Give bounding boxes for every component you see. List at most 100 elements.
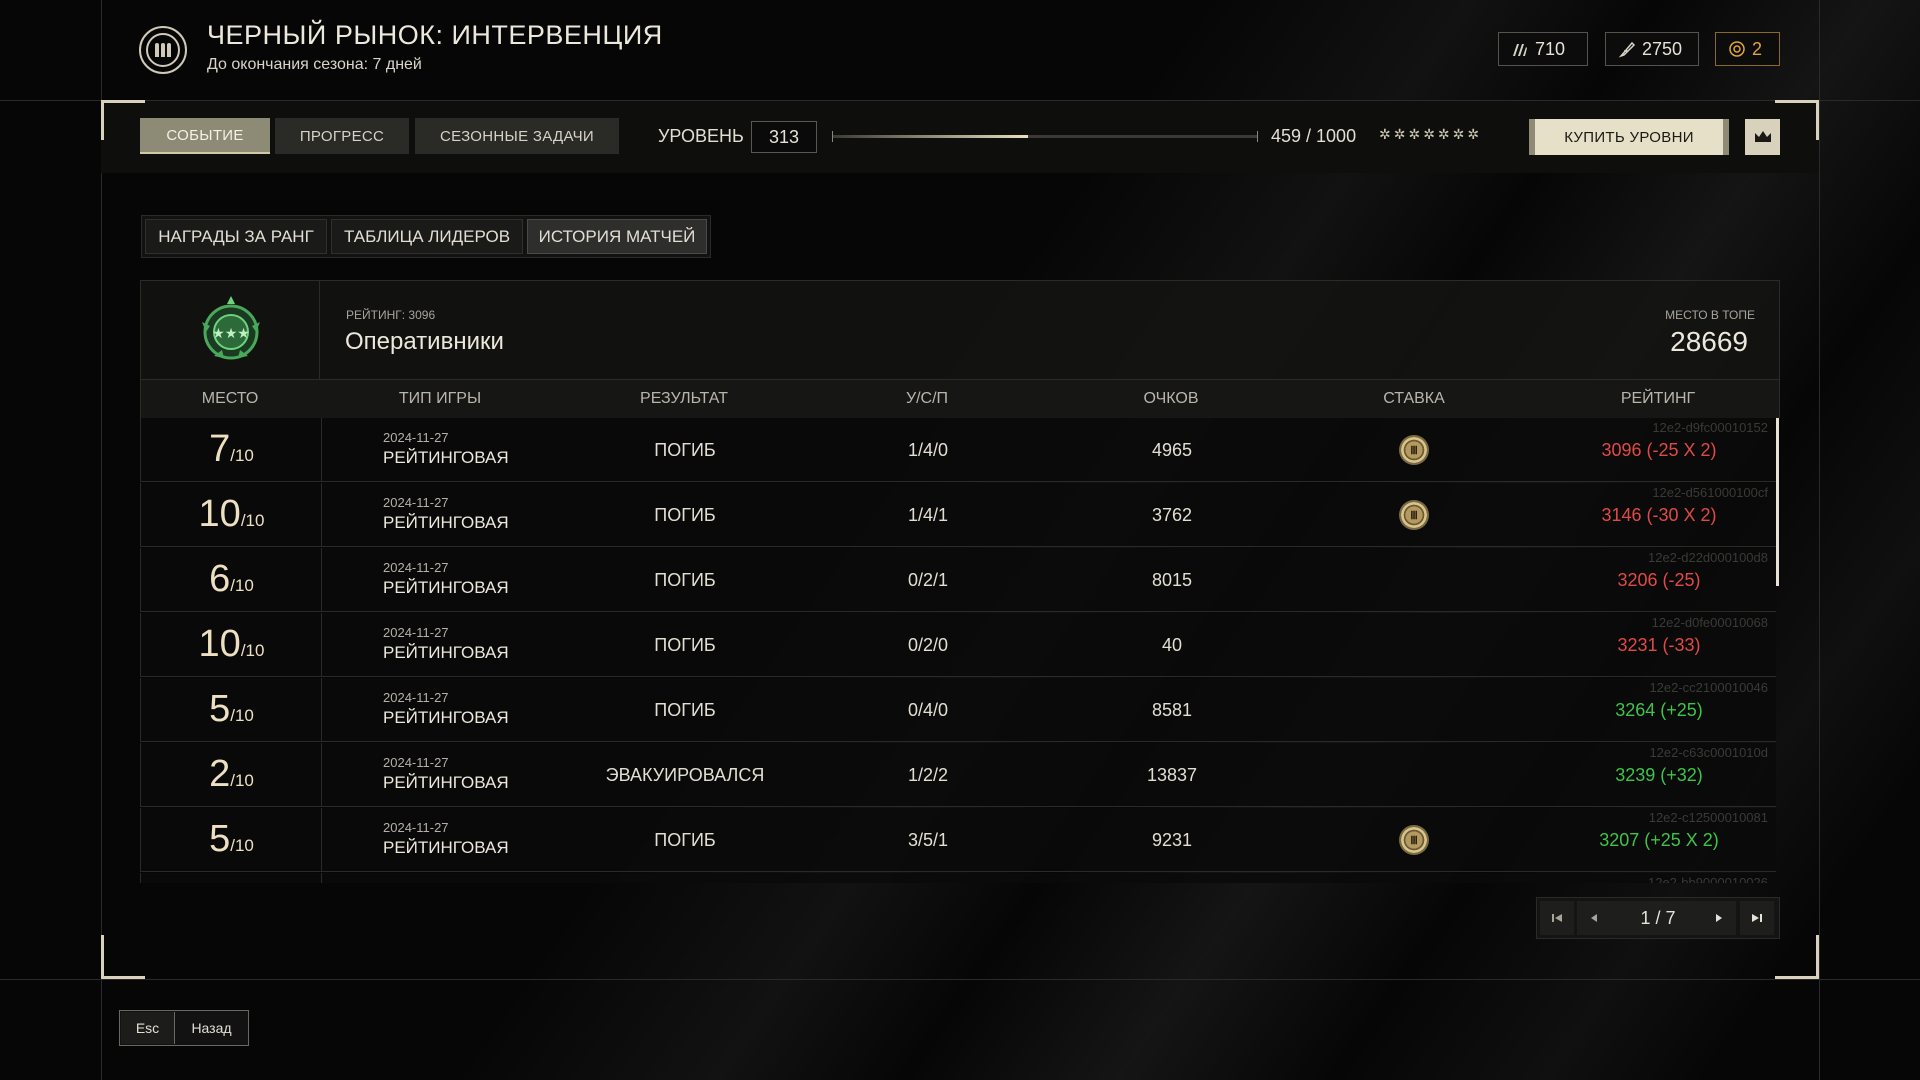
kda-value: 1/2/2 <box>907 765 949 785</box>
place-number: 6 <box>209 558 231 600</box>
crown-icon[interactable] <box>1745 119 1780 155</box>
place-cell <box>141 873 322 883</box>
currency-feather[interactable]: 2750 <box>1605 32 1699 66</box>
table-row[interactable]: 10/10 12e2-d0fe00010068 2024-11-27 РЕЙТИНГО… <box>140 613 1776 677</box>
frame-corner <box>101 100 145 140</box>
score-value: 8581 <box>1151 700 1193 720</box>
column-header-result: РЕЗУЛЬТАТ <box>640 390 728 407</box>
rating-label: РЕЙТИНГ: 3096 <box>346 308 436 322</box>
page-title: ЧЕРНЫЙ РЫНОК: ИНТЕРВЕНЦИЯ <box>207 20 663 50</box>
feather-currency-icon <box>1618 40 1636 58</box>
match-result: ПОГИБ <box>654 830 716 850</box>
game-type: РЕЙТИНГОВАЯ <box>383 578 509 597</box>
table-header <box>140 380 1780 418</box>
subtab-match-history[interactable]: ИСТОРИЯ МАТЧЕЙ <box>527 219 707 254</box>
match-id: 12e2-d22d000100d8 <box>1647 550 1768 565</box>
event-logo-icon <box>139 26 187 74</box>
table-row[interactable]: 7/10 12e2-d9fc00010152 2024-11-27 РЕЙТИНГОВ… <box>140 418 1776 482</box>
level-progress-bar <box>832 131 1258 142</box>
tab-progress[interactable]: ПРОГРЕСС <box>275 118 409 154</box>
frame-corner <box>101 935 145 979</box>
table-row[interactable]: 6/10 12e2-d22d000100d8 2024-11-27 РЕЙТИНГОВ… <box>140 548 1776 612</box>
frame-corner <box>1775 935 1819 979</box>
place-value: 10/10 <box>141 623 322 666</box>
prev-page-icon[interactable] <box>1577 901 1611 935</box>
last-page-icon[interactable] <box>1740 901 1774 935</box>
bet-chip-icon: Ⅲ <box>1399 500 1429 530</box>
rating-value: 3206 (-25) <box>1617 570 1701 590</box>
table-row[interactable]: 12e2-bb9000010026 <box>140 873 1776 883</box>
column-header-place: МЕСТО <box>201 390 259 407</box>
game-type: РЕЙТИНГОВАЯ <box>383 838 509 857</box>
place-cell: 10/10 <box>141 483 322 547</box>
next-page-icon[interactable] <box>1702 901 1736 935</box>
tab-event[interactable]: СОБЫТИЕ <box>140 118 270 154</box>
match-result: ПОГИБ <box>654 440 716 460</box>
match-result: ПОГИБ <box>654 635 716 655</box>
place-value: 7/10 <box>141 428 322 471</box>
rating-value: 3146 (-30 X 2) <box>1601 505 1717 525</box>
frame-line-right <box>1819 0 1820 1080</box>
match-date: 2024-11-27 <box>383 430 449 445</box>
match-date: 2024-11-27 <box>383 690 449 705</box>
place-cell: 5/10 <box>141 678 322 742</box>
game-type: РЕЙТИНГОВАЯ <box>383 773 509 792</box>
currency-gold[interactable]: 2 <box>1715 32 1780 66</box>
match-id: 12e2-cc2100010046 <box>1649 680 1768 695</box>
subtab-leaderboard[interactable]: ТАБЛИЦА ЛИДЕРОВ <box>331 219 523 254</box>
game-type: РЕЙТИНГОВАЯ <box>383 643 509 662</box>
game-type: РЕЙТИНГОВАЯ <box>383 708 509 727</box>
progress-tick <box>832 131 833 142</box>
place-total: /10 <box>240 641 265 660</box>
rating-value: 3207 (+25 X 2) <box>1599 830 1719 850</box>
kda-value: 1/4/0 <box>907 440 949 460</box>
place-cell: 5/10 <box>141 808 322 872</box>
level-label: УРОВЕНЬ <box>658 126 744 146</box>
column-header-bet: СТАВКА <box>1383 390 1445 407</box>
match-result: ЭВАКУИРОВАЛСЯ <box>605 765 765 785</box>
top-place-value: 28669 <box>1670 326 1748 357</box>
place-number: 5 <box>209 818 231 860</box>
place-total: /10 <box>240 511 265 530</box>
column-header-rating: РЕЙТИНГ <box>1620 390 1696 407</box>
game-type: РЕЙТИНГОВАЯ <box>383 513 509 532</box>
score-value: 3762 <box>1151 505 1193 525</box>
table-row[interactable]: 10/10 12e2-d561000100cf 2024-11-27 РЕЙТИНГО… <box>140 483 1776 547</box>
svg-text:★★★: ★★★ <box>212 326 250 342</box>
score-value: 9231 <box>1151 830 1193 850</box>
place-cell: 2/10 <box>141 743 322 807</box>
esc-key-button[interactable]: Esc <box>121 1012 175 1044</box>
table-row[interactable]: 5/10 12e2-c12500010081 2024-11-27 РЕЙТИНГОВ… <box>140 808 1776 872</box>
game-type: РЕЙТИНГОВАЯ <box>383 448 509 467</box>
score-value: 8015 <box>1151 570 1193 590</box>
kda-value: 0/2/1 <box>907 570 949 590</box>
column-header-kda: У/С/П <box>905 390 949 407</box>
back-button[interactable]: Назад <box>176 1012 247 1044</box>
bet-chip-icon: Ⅲ <box>1399 435 1429 465</box>
match-date: 2024-11-27 <box>383 560 449 575</box>
place-number: 10 <box>198 623 241 665</box>
buy-levels-button[interactable]: КУПИТЬ УРОВНИ <box>1529 119 1729 155</box>
match-id: 12e2-d9fc00010152 <box>1652 420 1768 435</box>
place-cell: 6/10 <box>141 548 322 612</box>
match-id: 12e2-c12500010081 <box>1648 810 1768 825</box>
progress-tick <box>1257 131 1258 142</box>
first-page-icon[interactable] <box>1540 901 1574 935</box>
table-row[interactable]: 5/10 12e2-cc2100010046 2024-11-27 РЕЙТИНГОВ… <box>140 678 1776 742</box>
gold-coin-icon <box>1728 40 1746 58</box>
score-value: 40 <box>1161 635 1183 655</box>
table-scrollbar[interactable] <box>1776 418 1779 586</box>
rank-emblem-icon: ★★★ <box>202 296 260 360</box>
table-row[interactable]: 2/10 12e2-c63c0001010d 2024-11-27 РЕЙТИНГОВ… <box>140 743 1776 807</box>
match-date: 2024-11-27 <box>383 820 449 835</box>
match-date: 2024-11-27 <box>383 495 449 510</box>
currency-ammo[interactable]: 710 <box>1498 32 1588 66</box>
kda-value: 0/2/0 <box>907 635 949 655</box>
tab-season-tasks[interactable]: СЕЗОННЫЕ ЗАДАЧИ <box>415 118 619 154</box>
kda-value: 0/4/0 <box>907 700 949 720</box>
kda-value: 3/5/1 <box>907 830 949 850</box>
place-total: /10 <box>230 446 254 465</box>
rating-value: 3096 (-25 X 2) <box>1601 440 1717 460</box>
subtab-rank-rewards[interactable]: НАГРАДЫ ЗА РАНГ <box>145 219 327 254</box>
ammo-currency-icon <box>1511 40 1529 58</box>
